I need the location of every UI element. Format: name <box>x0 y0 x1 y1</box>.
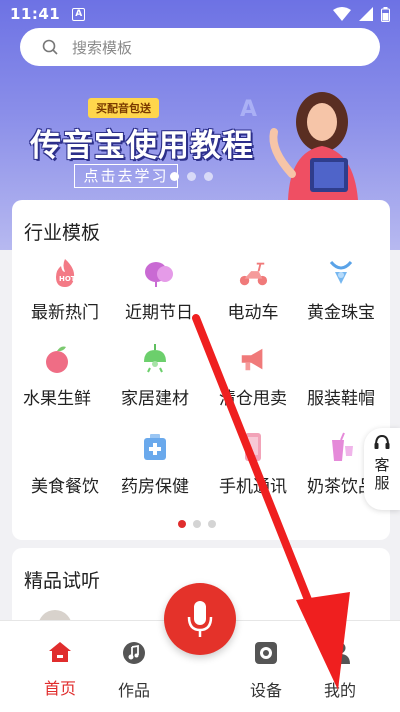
profile-icon <box>330 642 350 664</box>
clothes-icon <box>326 344 356 374</box>
status-bar: 11:41 A <box>0 0 400 28</box>
pager-dot[interactable] <box>178 520 186 528</box>
template-item[interactable]: 美食餐饮 <box>18 432 112 512</box>
microphone-icon <box>187 601 213 637</box>
banner-cta-button[interactable]: 点击去学习 <box>74 164 178 188</box>
home-icon <box>49 642 71 662</box>
carousel-dot <box>204 172 213 181</box>
template-label: 美食餐饮 <box>31 477 99 497</box>
nav-home[interactable]: 首页 <box>30 641 90 699</box>
banner-headline: 传音宝使用教程 <box>30 128 254 164</box>
industry-templates-card: 行业模板 HOT 最新热门 近期节日 电动车 黄金珠宝 水果生鲜 家居建材 清仓… <box>12 200 390 540</box>
pager-dot[interactable] <box>208 520 216 528</box>
apple-icon <box>42 344 72 374</box>
signal-icon <box>359 7 373 21</box>
template-label: 服装鞋帽 <box>307 389 375 409</box>
template-label: 药房保健 <box>121 477 189 497</box>
nav-label: 我的 <box>323 681 356 700</box>
wifi-icon <box>333 7 351 21</box>
promo-tag: 买配音包送 <box>88 98 159 118</box>
template-item[interactable]: 药房保健 <box>108 432 202 512</box>
template-item[interactable]: 清仓甩卖 <box>206 344 300 424</box>
nav-label: 首页 <box>43 679 76 698</box>
music-icon <box>123 642 145 664</box>
jewelry-icon <box>326 258 356 288</box>
carousel-dot <box>187 172 196 181</box>
template-label: 水果生鲜 <box>23 389 91 409</box>
customer-service-button[interactable]: 客服 <box>364 428 400 510</box>
template-item[interactable]: 水果生鲜 <box>10 344 104 424</box>
device-icon <box>255 642 277 664</box>
battery-icon <box>381 6 390 22</box>
status-time: 11:41 <box>10 5 61 23</box>
drink-icon <box>326 432 356 462</box>
search-placeholder: 搜索模板 <box>72 38 133 57</box>
template-item[interactable]: 服装鞋帽 <box>294 344 388 424</box>
template-label: 清仓甩卖 <box>219 389 287 409</box>
template-item[interactable]: 近期节日 <box>112 258 206 338</box>
svg-text:HOT: HOT <box>59 275 76 283</box>
template-item[interactable]: 黄金珠宝 <box>294 258 388 338</box>
template-label: 黄金珠宝 <box>307 303 375 323</box>
food-icon <box>50 432 80 462</box>
tutorial-banner[interactable]: 买配音包送 传音宝使用教程 点击去学习 A A <box>0 80 400 200</box>
template-label: 最新热门 <box>31 303 99 323</box>
customer-service-label: 客服 <box>374 456 390 492</box>
search-icon <box>42 39 58 55</box>
nav-label: 设备 <box>249 681 282 700</box>
nav-label: 作品 <box>117 681 150 700</box>
template-label: 电动车 <box>227 303 279 323</box>
nav-device[interactable]: 设备 <box>236 641 296 701</box>
pager-dot[interactable] <box>193 520 201 528</box>
template-label: 近期节日 <box>125 303 193 323</box>
template-label: 手机通讯 <box>219 477 287 497</box>
hot-icon: HOT <box>50 258 80 288</box>
carousel-dot <box>170 172 179 181</box>
banner-illustration: A A <box>240 92 358 200</box>
nav-works[interactable]: 作品 <box>104 641 164 701</box>
lantern-icon <box>144 258 174 288</box>
template-item[interactable]: 手机通讯 <box>206 432 300 512</box>
megaphone-icon <box>238 344 268 374</box>
lamp-icon <box>140 344 170 374</box>
phone-icon <box>238 432 268 462</box>
headset-icon <box>374 434 390 449</box>
notification-icon: A <box>72 7 86 21</box>
search-bar[interactable]: 搜索模板 <box>20 28 380 66</box>
scooter-icon <box>238 258 268 288</box>
template-item[interactable]: 电动车 <box>206 258 300 338</box>
template-item[interactable]: 家居建材 <box>108 344 202 424</box>
record-microphone-button[interactable] <box>164 583 236 655</box>
nav-profile[interactable]: 我的 <box>310 641 370 701</box>
section-title: 精品试听 <box>24 570 101 592</box>
svg-text:A: A <box>240 97 257 122</box>
banner-carousel-dots <box>170 172 213 181</box>
template-item[interactable]: HOT 最新热门 <box>18 258 112 338</box>
medicine-icon <box>140 432 170 462</box>
section-title: 行业模板 <box>24 222 101 244</box>
template-label: 家居建材 <box>121 389 189 409</box>
template-pager <box>178 520 216 528</box>
